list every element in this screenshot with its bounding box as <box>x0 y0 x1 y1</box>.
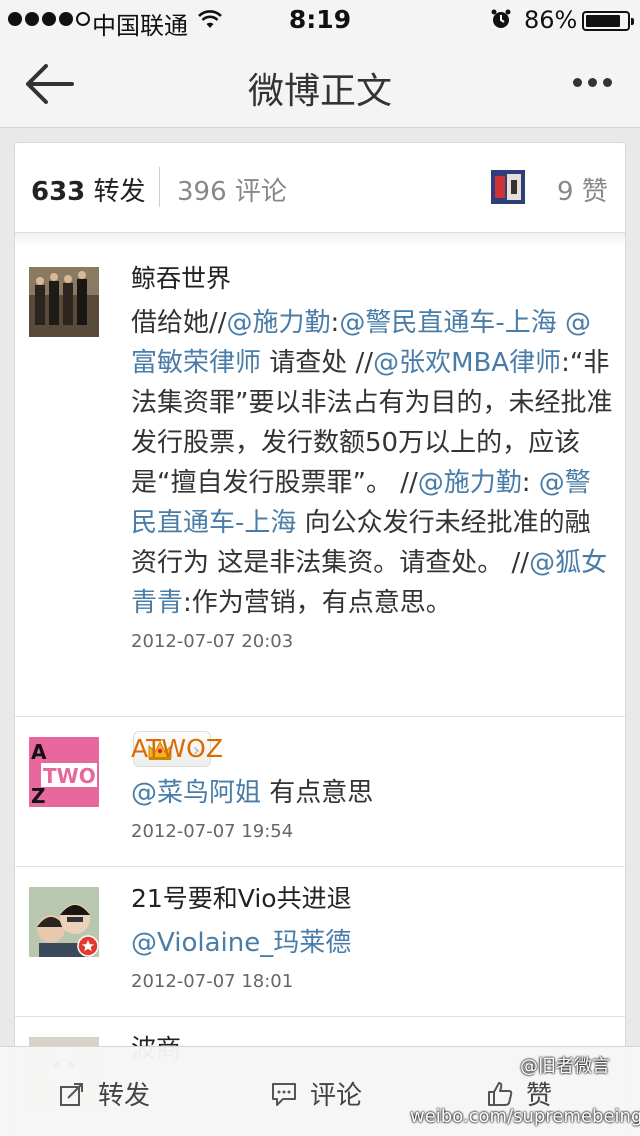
comment-count: 396 <box>177 177 227 207</box>
repost-text: @菜鸟阿姐 有点意思 <box>131 773 613 813</box>
mention-link[interactable]: @警民直通车-上海 <box>339 308 556 338</box>
timestamp: 2012-07-07 18:01 <box>131 971 294 992</box>
mention-link[interactable]: @Violaine_玛莱德 <box>131 928 351 958</box>
watermark-url: weibo.com/supremebeing <box>410 1106 640 1127</box>
mention-link[interactable]: @施力勤 <box>418 468 522 498</box>
repost-content: ATWOZ @菜鸟阿姐 有点意思 2012-07-07 19:54 <box>131 731 613 842</box>
comment-icon <box>272 1082 296 1106</box>
like-label: 赞 <box>581 177 608 207</box>
repost-text-segment <box>557 308 565 338</box>
repost-text: @Violaine_玛莱德 <box>131 923 613 963</box>
mention-link[interactable]: @张欢MBA律师 <box>373 348 561 378</box>
list-item[interactable]: 21号要和Vio共进退 @Violaine_玛莱德 2012-07-07 18:… <box>15 867 625 1017</box>
repost-card: 633 转发 396 评论 9 赞 鲸吞世界 借给她//@施力勤:@警民直通车-… <box>14 142 626 1136</box>
more-dots-icon[interactable] <box>573 78 612 87</box>
avatar[interactable] <box>29 887 99 957</box>
repost-label: 转发 <box>93 177 146 207</box>
repost-button-label: 转发 <box>98 1081 151 1111</box>
tab-likes[interactable]: 9 赞 <box>557 171 608 208</box>
mention-link[interactable]: @菜鸟阿姐 <box>131 778 261 808</box>
list-item[interactable]: 鲸吞世界 借给她//@施力勤:@警民直通车-上海 @富敏荣律师 请查处 //@张… <box>15 247 625 717</box>
repost-text-segment: 有点意思 <box>261 778 374 808</box>
repost-text-segment: 借给她// <box>131 308 227 338</box>
avatar[interactable]: A Z TWO <box>29 737 99 807</box>
repost-text: 借给她//@施力勤:@警民直通车-上海 @富敏荣律师 请查处 //@张欢MBA律… <box>131 303 613 623</box>
repost-icon <box>60 1082 83 1106</box>
watermark-handle: @旧者微言 <box>520 1056 610 1077</box>
repost-content: 鲸吞世界 借给她//@施力勤:@警民直通车-上海 @富敏荣律师 请查处 //@张… <box>131 261 613 652</box>
timestamp: 2012-07-07 19:54 <box>131 821 294 842</box>
tabs-shadow <box>15 233 625 247</box>
mention-link[interactable]: @施力勤 <box>227 308 331 338</box>
page-title: 微博正文 <box>247 71 392 112</box>
avatar[interactable] <box>29 267 99 337</box>
timestamp: 2012-07-07 20:03 <box>131 631 294 652</box>
list-item[interactable]: A Z TWO › ATWOZ @菜鸟阿姐 有点意思 2012-07-07 19… <box>15 717 625 867</box>
like-count: 9 <box>557 177 574 207</box>
battery-level-fill <box>586 15 620 27</box>
stats-tabs: 633 转发 396 评论 9 赞 <box>15 143 625 233</box>
username[interactable]: ATWOZ <box>131 731 613 767</box>
repost-count: 633 <box>31 177 86 207</box>
repost-button[interactable]: 转发 <box>58 1075 150 1112</box>
battery-percentage: 86% <box>524 6 578 34</box>
tab-reposts[interactable]: 633 转发 <box>31 171 146 208</box>
tab-divider <box>159 167 160 207</box>
comment-button[interactable]: 评论 <box>270 1075 362 1112</box>
comment-button-label: 评论 <box>310 1081 363 1111</box>
comment-label: 评论 <box>234 177 287 207</box>
avatar-text: TWO <box>43 764 96 788</box>
repost-text-segment: : <box>521 468 539 498</box>
navigation-bar: 微博正文 <box>0 40 640 128</box>
username[interactable]: 鲸吞世界 <box>131 261 613 297</box>
liker-avatar[interactable] <box>491 170 525 204</box>
svg-text:A: A <box>31 740 47 764</box>
repost-content: 21号要和Vio共进退 @Violaine_玛莱德 2012-07-07 18:… <box>131 881 613 992</box>
alarm-clock-icon <box>491 9 511 28</box>
repost-text-segment: : <box>330 308 340 338</box>
repost-text-segment: 请查处 // <box>261 348 374 378</box>
status-bar: 中国联通 8:19 86% <box>0 0 640 40</box>
battery-icon <box>582 11 634 31</box>
thumbs-up-icon <box>488 1081 513 1106</box>
repost-text-segment: :作为营销，有点意思。 <box>183 588 452 618</box>
tab-comments[interactable]: 396 评论 <box>177 171 287 208</box>
verified-star-icon <box>77 935 99 957</box>
username[interactable]: 21号要和Vio共进退 <box>131 881 613 917</box>
